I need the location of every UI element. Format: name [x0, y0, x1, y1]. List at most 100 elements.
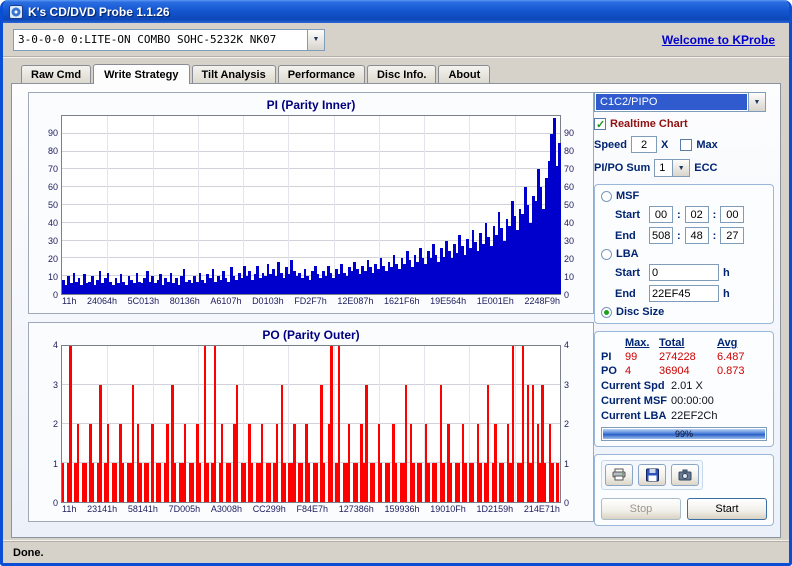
tab-about[interactable]: About [438, 65, 491, 83]
progress-label: 99% [674, 429, 693, 439]
pi-max-value: 99 [625, 351, 638, 363]
pi-chart-body: 0 10 20 30 40 50 60 70 80 90 0 10 20 30 40 50 60 70 80 90 [35, 115, 587, 300]
msf-start-frame-input[interactable] [720, 206, 745, 223]
msf-end-min-input[interactable] [649, 227, 673, 244]
msf-end-frame-input[interactable] [720, 227, 745, 244]
chart-bar [419, 463, 423, 502]
po-row-label: PO [601, 365, 617, 377]
current-spd-row: Current Spd 2.01 X [601, 380, 767, 392]
chart-bar [173, 463, 177, 502]
chart-bar [198, 463, 202, 502]
y-tick-label-left: 40 [47, 218, 58, 228]
msf-start-label: Start [615, 208, 641, 221]
chart-bar [380, 463, 383, 502]
pi-avg-value: 6.487 [717, 351, 745, 363]
y-tick-label-left: 90 [47, 128, 58, 138]
chart-bar [479, 463, 482, 502]
y-tick-label-right: 3 [564, 379, 570, 390]
app-icon [9, 4, 23, 19]
po-y-axis-right: 0 1 2 3 4 [561, 341, 587, 508]
snapshot-button[interactable] [671, 464, 699, 486]
camera-icon [678, 469, 692, 481]
tab-tilt-analysis[interactable]: Tilt Analysis [191, 65, 276, 83]
device-select[interactable]: 3-0-0-0 0:LITE-ON COMBO SOHC-5232K NK07 … [13, 28, 325, 51]
msf-end-sec-input[interactable] [684, 227, 709, 244]
y-tick-label-right: 2 [564, 419, 570, 429]
stop-button[interactable]: Stop [601, 498, 681, 520]
lba-start-label: Start [615, 266, 641, 279]
speed-label: Speed [594, 138, 628, 151]
pipo-sum-dropdown-button[interactable]: ▼ [672, 160, 690, 176]
tab-strip: Raw Cmd Write Strategy Tilt Analysis Per… [11, 59, 781, 84]
lba-end-input[interactable] [649, 285, 719, 302]
start-button[interactable]: Start [687, 498, 767, 520]
chart-mode-select[interactable]: C1C2/PIPO ▼ [594, 92, 766, 112]
realtime-row: Realtime Chart [594, 118, 774, 131]
current-spd-label: Current Spd [601, 380, 665, 392]
chart-bar [91, 463, 95, 502]
x-tick-label: 1D2159h [476, 504, 514, 514]
lba-radio[interactable] [601, 248, 612, 260]
print-button[interactable] [605, 464, 633, 486]
chart-bar [213, 346, 217, 502]
x-tick-label: 2248F9h [524, 296, 560, 306]
max-speed-checkbox[interactable] [680, 138, 693, 151]
welcome-link[interactable]: Welcome to KProbe [662, 33, 775, 47]
msf-start-min-input[interactable] [649, 206, 673, 223]
colon-separator: : [712, 229, 717, 242]
chart-bar [221, 424, 224, 502]
msf-start-sec-input[interactable] [684, 206, 709, 223]
chart-bar [365, 385, 368, 502]
tab-raw-cmd[interactable]: Raw Cmd [21, 65, 92, 83]
current-lba-label: Current LBA [601, 410, 667, 422]
speed-input[interactable] [631, 136, 658, 153]
tab-disc-info[interactable]: Disc Info. [366, 65, 437, 83]
max-speed-label: Max [696, 138, 718, 151]
disc-size-radio[interactable] [601, 306, 612, 318]
pi-x-axis: 11h 24064h 5C013h 80136h A6107h D0103h FD2F7h 1… [62, 296, 560, 309]
y-tick-label-right: 90 [564, 128, 575, 138]
y-tick-label-left: 70 [47, 164, 58, 174]
chart-bar [337, 346, 341, 502]
y-tick-label-right: 10 [564, 272, 575, 282]
pipo-sum-select[interactable]: 1 ▼ [654, 159, 691, 177]
device-select-dropdown-button[interactable]: ▼ [307, 29, 324, 50]
msf-radio[interactable] [601, 190, 612, 202]
y-tick-label-left: 3 [52, 379, 58, 390]
chart-bar [494, 424, 497, 502]
pi-plot-area [61, 115, 561, 295]
chart-bar [283, 463, 286, 502]
tab-performance[interactable]: Performance [277, 65, 365, 83]
save-button[interactable] [638, 464, 666, 486]
current-lba-row: Current LBA 22EF2Ch [601, 410, 767, 422]
chart-bar [330, 346, 333, 502]
chart-bar [372, 463, 376, 502]
lba-start-input[interactable] [649, 264, 719, 281]
speed-row: Speed X Max [594, 136, 774, 153]
title-bar: K's CD/DVD Probe 1.1.26 [3, 0, 789, 23]
realtime-chart-checkbox[interactable] [594, 118, 606, 131]
chart-bar [243, 463, 246, 502]
lba-label: LBA [616, 248, 639, 260]
realtime-chart-label: Realtime Chart [610, 118, 688, 130]
po-chart: PO (Parity Outer) 0 1 2 3 4 0 1 2 3 4 11h 23141h 5… [28, 322, 594, 522]
toolbar: 3-0-0-0 0:LITE-ON COMBO SOHC-5232K NK07 … [3, 23, 789, 57]
ecc-label: ECC [694, 162, 718, 174]
y-tick-label-left: 80 [47, 146, 58, 156]
chart-bar [146, 463, 149, 502]
chart-bar [300, 463, 303, 502]
y-tick-label-left: 60 [47, 182, 58, 192]
x-tick-label: 159936h [384, 504, 420, 514]
chart-bar [315, 463, 318, 502]
chart-bar [307, 463, 311, 502]
y-tick-label-right: 70 [564, 164, 575, 174]
y-tick-label-left: 1 [52, 458, 58, 469]
tab-write-strategy[interactable]: Write Strategy [93, 64, 190, 84]
chart-bar [250, 463, 254, 502]
status-bar: Done. [3, 541, 789, 563]
chart-mode-dropdown-button[interactable]: ▼ [748, 93, 765, 111]
chart-bar [442, 463, 445, 502]
x-tick-label: 80136h [169, 296, 200, 306]
msf-radio-row: MSF [601, 190, 767, 202]
x-tick-label: FD2F7h [294, 296, 327, 306]
